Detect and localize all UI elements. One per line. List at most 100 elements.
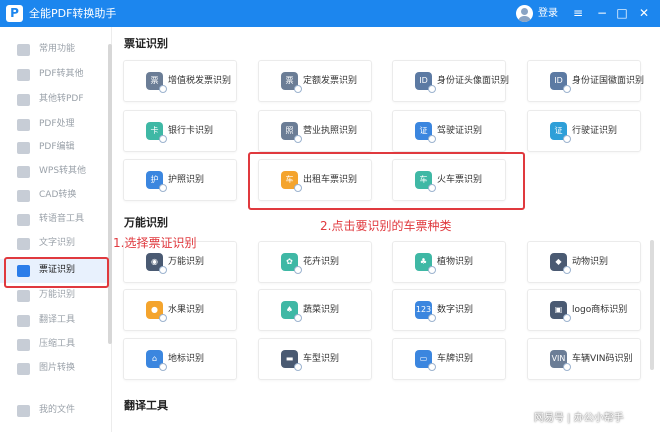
card-label: 护照识别	[168, 175, 205, 185]
badge-icon	[563, 266, 571, 274]
sidebar-item-11[interactable]: 翻译工具	[0, 309, 110, 333]
sidebar-item-6[interactable]: CAD转换	[0, 184, 110, 208]
translate-icon	[17, 315, 30, 327]
sidebar-item-label: 其他转PDF	[39, 94, 84, 104]
sidebar-item-label: 我的文件	[39, 405, 76, 415]
badge-icon	[159, 135, 167, 143]
sidebar-item-label: 万能识别	[39, 290, 76, 300]
card-flower[interactable]: ✿ 花卉识别	[258, 241, 372, 283]
id-back-icon: ID	[550, 72, 571, 93]
avatar[interactable]	[516, 5, 533, 22]
car-model-icon: ▬	[281, 350, 302, 371]
sidebar-item-label: CAD转换	[39, 190, 77, 200]
plate-icon: ▭	[415, 350, 436, 371]
card-vehicle-license[interactable]: 证行驶证识别	[527, 110, 641, 152]
eye-icon: ◉	[146, 253, 167, 274]
card-vegetable[interactable]: ♠ 蔬菜识别	[258, 289, 372, 331]
bank-card-icon: 卡	[146, 122, 167, 143]
card-label: 身份证头像面识别	[437, 76, 510, 86]
sidebar-item-14[interactable]: 我的文件	[0, 399, 110, 423]
card-number[interactable]: 123 数字识别	[392, 289, 506, 331]
close-button[interactable]: ✕	[636, 5, 652, 21]
sidebar-scrollbar[interactable]	[108, 44, 112, 344]
pdf-logo-icon: P	[6, 5, 23, 22]
universal-icon	[17, 290, 30, 302]
sidebar-item-2[interactable]: 其他转PDF	[0, 88, 110, 112]
card-fruit[interactable]: ● 水果识别	[123, 289, 237, 331]
annotation-step2: 2.点击要识别的车票种类	[320, 219, 452, 233]
card-plant[interactable]: ♣ 植物识别	[392, 241, 506, 283]
number-icon: 123	[415, 301, 436, 322]
menu-icon[interactable]: ≡	[570, 5, 586, 21]
card-driver-license[interactable]: 证驾驶证识别	[392, 110, 506, 152]
card-label: 数字识别	[437, 305, 474, 315]
badge-icon	[563, 363, 571, 371]
sidebar-item-label: 图片转换	[39, 363, 76, 373]
sidebar-item-8[interactable]: 文字识别	[0, 232, 110, 256]
sidebar-item-13[interactable]: 图片转换	[0, 357, 110, 381]
badge-icon	[428, 266, 436, 274]
folder-icon	[17, 405, 30, 417]
content-scrollbar[interactable]	[650, 240, 654, 370]
wps-icon	[17, 166, 30, 178]
vegetable-icon: ♠	[281, 301, 302, 322]
card-car-model[interactable]: ▬ 车型识别	[258, 338, 372, 380]
card-landmark[interactable]: ⌂ 地标识别	[123, 338, 237, 380]
cad-icon	[17, 190, 30, 202]
sidebar: 常用功能 PDF转其他 其他转PDF PDF处理 PDF编辑 WPS转其他 CAD转换转语音…	[0, 27, 112, 432]
license-icon: 照	[281, 122, 302, 143]
card-label: 定额发票识别	[303, 76, 358, 86]
pdf-edit-icon	[17, 142, 30, 154]
sidebar-item-5[interactable]: WPS转其他	[0, 160, 110, 184]
card-label: logo商标识别	[572, 305, 628, 315]
sidebar-item-label: 常用功能	[39, 44, 76, 54]
badge-icon	[428, 363, 436, 371]
badge-icon	[563, 85, 571, 93]
title-bar: P 全能PDF转换助手 登录 ≡ − □ ✕	[0, 0, 660, 27]
sidebar-item-12[interactable]: 压缩工具	[0, 333, 110, 357]
card-logo-trademark[interactable]: ▣ logo商标识别	[527, 289, 641, 331]
badge-icon	[428, 85, 436, 93]
plant-icon: ♣	[415, 253, 436, 274]
card-label: 车牌识别	[437, 354, 474, 364]
card-label: 植物识别	[437, 257, 474, 267]
badge-icon	[294, 85, 302, 93]
sidebar-item-label: PDF转其他	[39, 69, 84, 79]
card-fixed-invoice[interactable]: 票定额发票识别	[258, 60, 372, 102]
annotation-box-ticket	[4, 257, 109, 288]
badge-icon	[159, 363, 167, 371]
card-vin[interactable]: VIN 车辆VIN码识别	[527, 338, 641, 380]
sidebar-item-label: 翻译工具	[39, 315, 76, 325]
badge-icon	[159, 85, 167, 93]
card-license[interactable]: 照营业执照识别	[258, 110, 372, 152]
sidebar-item-1[interactable]: PDF转其他	[0, 63, 110, 87]
to-pdf-icon	[17, 94, 30, 106]
card-invoice[interactable]: 票增值税发票识别	[123, 60, 237, 102]
sidebar-item-0[interactable]: 常用功能	[0, 38, 110, 62]
image-icon	[17, 363, 30, 375]
card-passport[interactable]: 护护照识别	[123, 159, 237, 201]
card-label: 增值税发票识别	[168, 76, 232, 86]
card-bank-card[interactable]: 卡银行卡识别	[123, 110, 237, 152]
badge-icon	[159, 314, 167, 322]
card-id-front[interactable]: ID 身份证头像面识别	[392, 60, 510, 102]
invoice-icon: 票	[146, 72, 167, 93]
badge-icon	[159, 184, 167, 192]
login-button[interactable]: 登录	[538, 7, 558, 20]
pdf-process-icon	[17, 119, 30, 131]
minimize-button[interactable]: −	[594, 5, 610, 21]
driver-license-icon: 证	[415, 122, 436, 143]
card-label: 车辆VIN码识别	[572, 354, 633, 364]
maximize-button[interactable]: □	[614, 5, 630, 21]
badge-icon	[159, 266, 167, 274]
card-animal[interactable]: ◆ 动物识别	[527, 241, 641, 283]
sidebar-item-7[interactable]: 转语音工具	[0, 208, 110, 232]
logo-trademark-icon: ▣	[550, 301, 571, 322]
card-label: 银行卡识别	[168, 126, 214, 136]
card-id-back[interactable]: ID 身份证国徽面识别	[527, 60, 644, 102]
card-plate[interactable]: ▭ 车牌识别	[392, 338, 506, 380]
annotation-box-tickets	[248, 152, 525, 210]
sidebar-item-3[interactable]: PDF处理	[0, 113, 110, 137]
sidebar-item-4[interactable]: PDF编辑	[0, 136, 110, 160]
id-front-icon: ID	[415, 72, 436, 93]
